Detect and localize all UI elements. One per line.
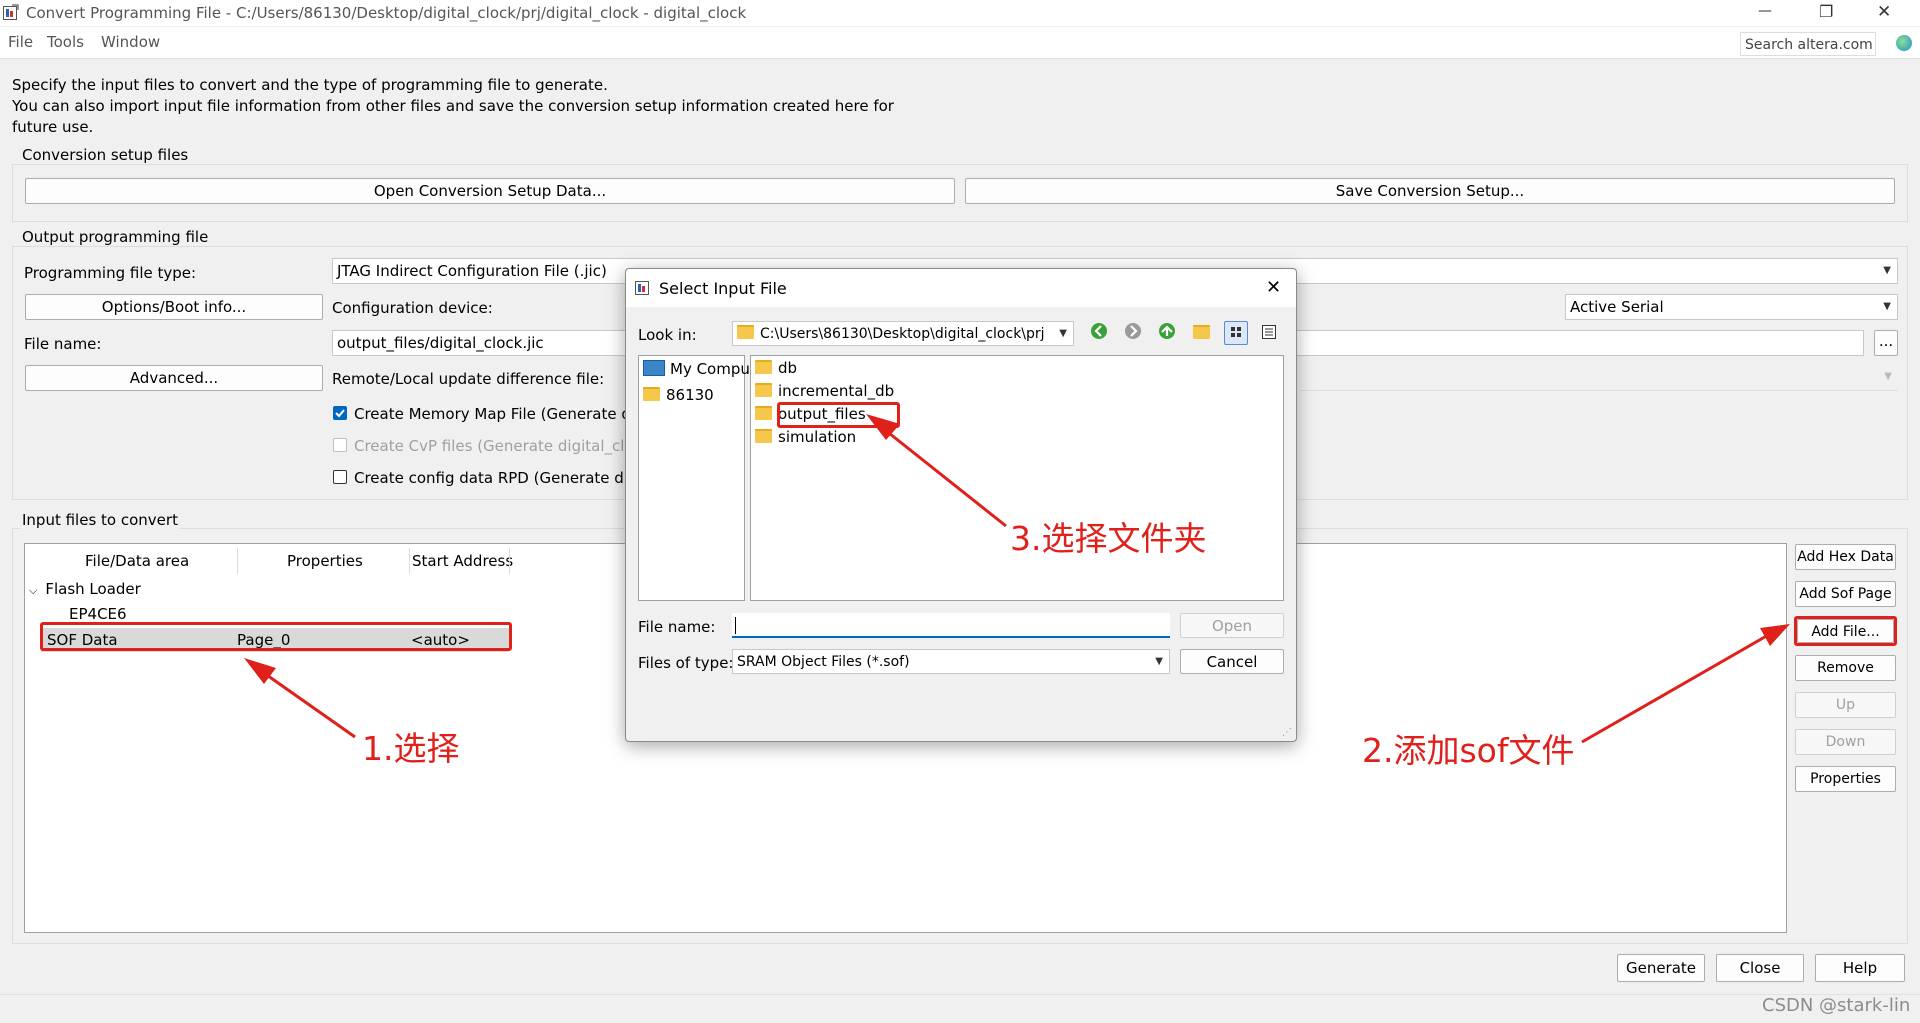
annotation-step-2: 2.添加sof文件 bbox=[1362, 731, 1575, 770]
annotation-step-1: 1.选择 bbox=[362, 729, 460, 768]
annotation-arrows bbox=[244, 414, 1790, 744]
annotation-step-3: 3.选择文件夹 bbox=[1010, 519, 1207, 558]
